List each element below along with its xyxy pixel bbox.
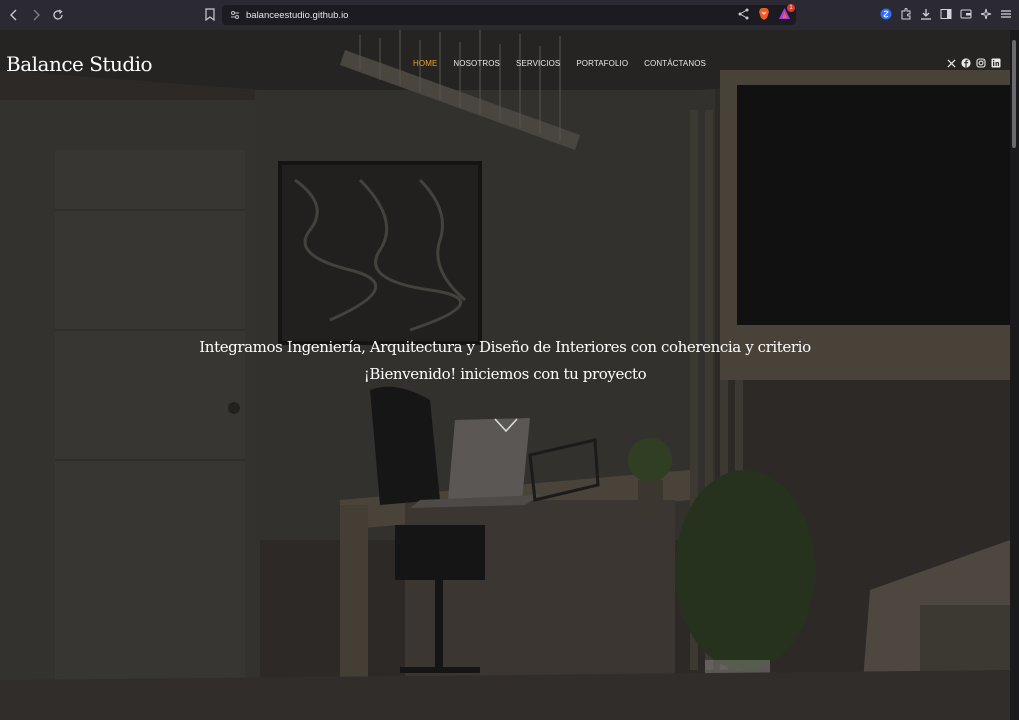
nav-contactanos[interactable]: CONTÁCTANOS — [644, 59, 706, 68]
menu-icon[interactable] — [999, 7, 1013, 21]
hero-subheadline: ¡Bienvenido! iniciemos con tu proyecto — [363, 365, 647, 383]
brave-shields-icon[interactable] — [758, 7, 770, 21]
hero-headline: Integramos Ingeniería, Arquitectura y Di… — [199, 338, 811, 356]
scrollbar-thumb[interactable] — [1012, 40, 1016, 148]
page-scrollbar[interactable] — [1010, 30, 1019, 720]
back-button[interactable] — [6, 7, 22, 23]
x-icon[interactable] — [946, 58, 956, 68]
extensions-icon[interactable] — [899, 7, 913, 21]
share-icon[interactable] — [738, 7, 750, 21]
sidebar-toggle-icon[interactable] — [939, 7, 953, 21]
reload-button[interactable] — [50, 7, 66, 23]
rewards-badge: 1 — [787, 4, 795, 12]
linkedin-icon[interactable] — [991, 58, 1001, 68]
brave-rewards-icon[interactable]: 1 — [778, 4, 795, 21]
leo-ai-icon[interactable] — [979, 7, 993, 21]
site-info-icon[interactable] — [228, 8, 242, 22]
nav-portafolio[interactable]: PORTAFOLIO — [576, 59, 628, 68]
instagram-icon[interactable] — [976, 58, 986, 68]
download-icon[interactable] — [919, 7, 933, 21]
browser-toolbar: balanceestudio.github.io 1 — [0, 0, 1019, 30]
site-brand[interactable]: Balance Studio — [6, 52, 153, 76]
social-links — [946, 58, 1001, 68]
chevron-down-icon[interactable] — [494, 418, 518, 433]
forward-button[interactable] — [28, 7, 44, 23]
wallet-icon[interactable] — [959, 7, 973, 21]
url-text[interactable]: balanceestudio.github.io — [246, 10, 348, 21]
nav-nosotros[interactable]: NOSOTROS — [453, 59, 500, 68]
bookmark-icon[interactable] — [205, 8, 217, 22]
main-navigation: HOME NOSOTROS SERVICIOS PORTAFOLIO CONTÁ… — [413, 59, 706, 68]
facebook-icon[interactable] — [961, 58, 971, 68]
website-viewport: Balance Studio HOME NOSOTROS SERVICIOS P… — [0, 30, 1019, 720]
vpn-icon[interactable] — [879, 7, 893, 21]
address-bar[interactable]: balanceestudio.github.io 1 — [222, 4, 796, 25]
nav-servicios[interactable]: SERVICIOS — [516, 59, 560, 68]
nav-home[interactable]: HOME — [413, 59, 437, 68]
